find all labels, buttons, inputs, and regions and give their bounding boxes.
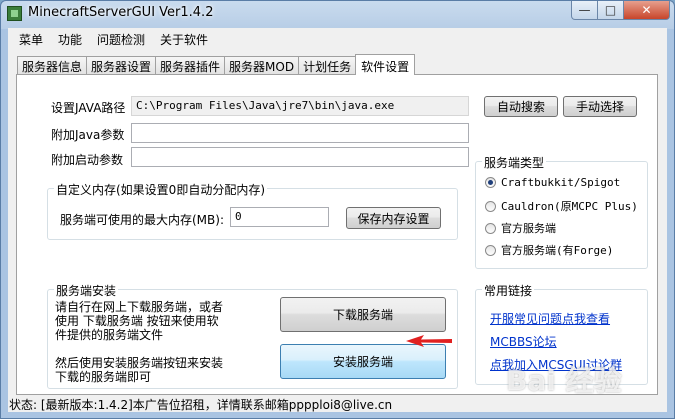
java-path-field[interactable]: C:\Program Files\Java\jre7\bin\java.exe — [131, 96, 469, 116]
radio-label: Craftbukkit/Spigot — [501, 176, 621, 189]
radio-label: Cauldron(原MCPC Plus) — [501, 200, 638, 213]
window-title: MinecraftServerGUI Ver1.4.2 — [28, 5, 214, 20]
radio-cauldron[interactable]: Cauldron(原MCPC Plus) — [485, 198, 638, 214]
install-server-button[interactable]: 安装服务端 — [280, 344, 446, 379]
max-memory-input[interactable]: 0 — [230, 207, 329, 227]
auto-search-button[interactable]: 自动搜索 — [484, 96, 558, 117]
tab-software-settings[interactable]: 软件设置 — [355, 54, 416, 75]
radio-official-forge[interactable]: 官方服务端(有Forge) — [485, 242, 613, 258]
java-path-label: 设置JAVA路径 — [51, 101, 126, 115]
client-area: 菜单 功能 问题检测 关于软件 服务器信息 服务器设置 服务器插件 服务器MOD… — [8, 28, 667, 412]
menu-item-diagnose[interactable]: 问题检测 — [90, 28, 153, 50]
tab-server-info[interactable]: 服务器信息 — [17, 56, 88, 74]
tab-server-settings[interactable]: 服务器设置 — [86, 56, 157, 74]
radio-button[interactable] — [485, 222, 496, 234]
links-group-title: 常用链接 — [482, 282, 535, 299]
radio-craftbukkit[interactable]: Craftbukkit/Spigot — [485, 176, 620, 189]
radio-label: 官方服务端 — [501, 222, 556, 235]
memory-group-title: 自定义内存(如果设置0即自动分配内存) — [54, 181, 267, 198]
close-button[interactable]: ✕ — [624, 1, 670, 20]
status-bar: 状态: [最新版本:1.4.2]本广告位招租，详情联系邮箱pppploi8@li… — [9, 398, 393, 412]
menu-bar: 菜单 功能 问题检测 关于软件 — [8, 28, 667, 50]
java-args-label: 附加Java参数 — [51, 128, 125, 142]
install-group: 服务端安装 请自行在网上下载服务端，或者 使用 下载服务端 按钮来使用软 件提供… — [47, 282, 458, 389]
radio-button-selected[interactable] — [485, 177, 496, 188]
main-window: MinecraftServerGUI Ver1.4.2 — □ ✕ 菜单 功能 … — [0, 0, 675, 419]
install-desc-line5: 下载的服务端即可 — [55, 370, 152, 384]
menu-item-function[interactable]: 功能 — [51, 28, 90, 50]
arrow-annotation-icon — [406, 335, 452, 347]
manual-select-button[interactable]: 手动选择 — [563, 96, 637, 117]
memory-group: 自定义内存(如果设置0即自动分配内存) 服务端可使用的最大内存(MB): 0 保… — [47, 181, 458, 240]
server-type-group: 服务端类型 Craftbukkit/Spigot Cauldron(原MCPC … — [475, 154, 648, 269]
save-memory-button[interactable]: 保存内存设置 — [346, 207, 441, 229]
app-icon — [7, 6, 22, 21]
start-args-input[interactable] — [131, 147, 469, 167]
install-desc-line3: 件提供的服务端文件 — [55, 328, 164, 342]
java-args-input[interactable] — [131, 123, 469, 143]
download-server-button[interactable]: 下载服务端 — [280, 297, 446, 332]
link-faq[interactable]: 开服常见问题点我查看 — [490, 310, 610, 327]
tab-scheduled-tasks[interactable]: 计划任务 — [298, 56, 357, 74]
radio-button[interactable] — [485, 200, 496, 212]
tab-server-mod[interactable]: 服务器MOD — [224, 56, 300, 74]
server-type-group-title: 服务端类型 — [482, 154, 547, 171]
title-bar[interactable]: MinecraftServerGUI Ver1.4.2 — □ ✕ — [1, 1, 674, 27]
link-mcbbs[interactable]: MCBBS论坛 — [490, 333, 557, 350]
menu-item-menu[interactable]: 菜单 — [12, 28, 51, 50]
radio-official[interactable]: 官方服务端 — [485, 220, 556, 236]
radio-button[interactable] — [485, 244, 496, 256]
window-controls: — □ ✕ — [571, 1, 670, 21]
software-settings-panel: 设置JAVA路径 C:\Program Files\Java\jre7\bin\… — [16, 74, 658, 395]
maximize-button[interactable]: □ — [598, 1, 624, 20]
install-group-title: 服务端安装 — [54, 282, 119, 299]
tab-strip: 服务器信息 服务器设置 服务器插件 服务器MOD 计划任务 软件设置 — [17, 54, 416, 75]
max-memory-label: 服务端可使用的最大内存(MB): — [60, 213, 224, 227]
watermark: Bai 经验 — [506, 364, 622, 397]
radio-label: 官方服务端(有Forge) — [501, 244, 614, 257]
minimize-button[interactable]: — — [571, 1, 598, 20]
start-args-label: 附加启动参数 — [51, 153, 124, 167]
menu-item-about[interactable]: 关于软件 — [153, 28, 216, 50]
tab-server-plugins[interactable]: 服务器插件 — [155, 56, 226, 74]
